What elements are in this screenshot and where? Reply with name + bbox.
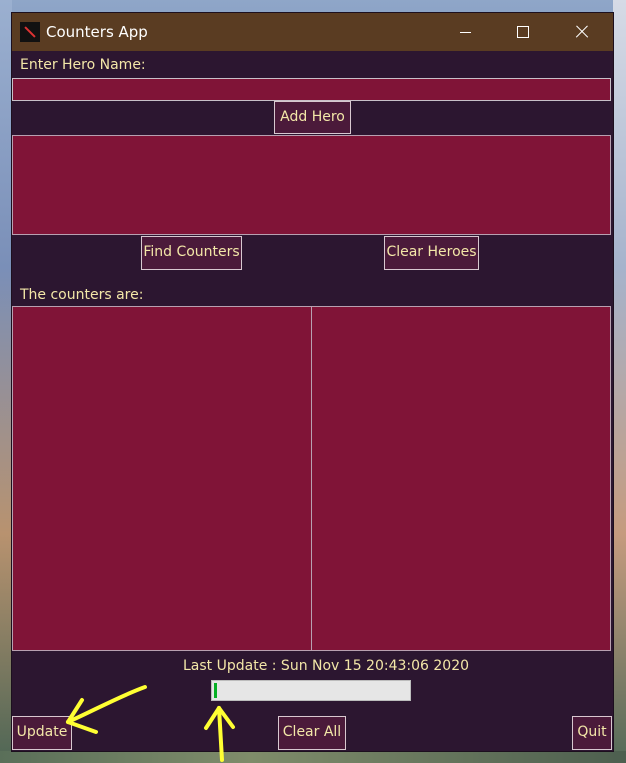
window-title: Counters App: [46, 23, 148, 41]
find-counters-button[interactable]: Find Counters: [141, 236, 242, 270]
title-bar[interactable]: Counters App: [12, 13, 613, 51]
counters-label: The counters are:: [20, 287, 144, 303]
counters-list-left[interactable]: [12, 306, 312, 651]
clear-all-button[interactable]: Clear All: [278, 716, 346, 750]
progress-bar-fill: [214, 683, 217, 698]
counters-list-right[interactable]: [311, 306, 611, 651]
clear-heroes-button[interactable]: Clear Heroes: [384, 236, 479, 270]
add-hero-button[interactable]: Add Hero: [274, 101, 351, 134]
minimize-icon[interactable]: [436, 13, 494, 51]
desktop-background-left: [0, 0, 12, 763]
update-progress-bar: [211, 680, 411, 701]
desktop-background-bottom: [0, 751, 626, 763]
hero-name-input[interactable]: [12, 78, 611, 101]
close-icon[interactable]: [552, 13, 610, 51]
maximize-icon[interactable]: [494, 13, 552, 51]
last-update-text: Last Update : Sun Nov 15 20:43:06 2020: [183, 658, 470, 674]
update-button[interactable]: Update: [12, 716, 72, 750]
dota-logo-icon: [20, 22, 40, 42]
hero-name-label: Enter Hero Name:: [20, 57, 146, 73]
heroes-list[interactable]: [12, 135, 611, 235]
desktop-background-right: [613, 0, 626, 763]
quit-button[interactable]: Quit: [572, 716, 612, 750]
counters-app-window: Counters App Enter Hero Name: Add Hero F…: [12, 13, 613, 751]
